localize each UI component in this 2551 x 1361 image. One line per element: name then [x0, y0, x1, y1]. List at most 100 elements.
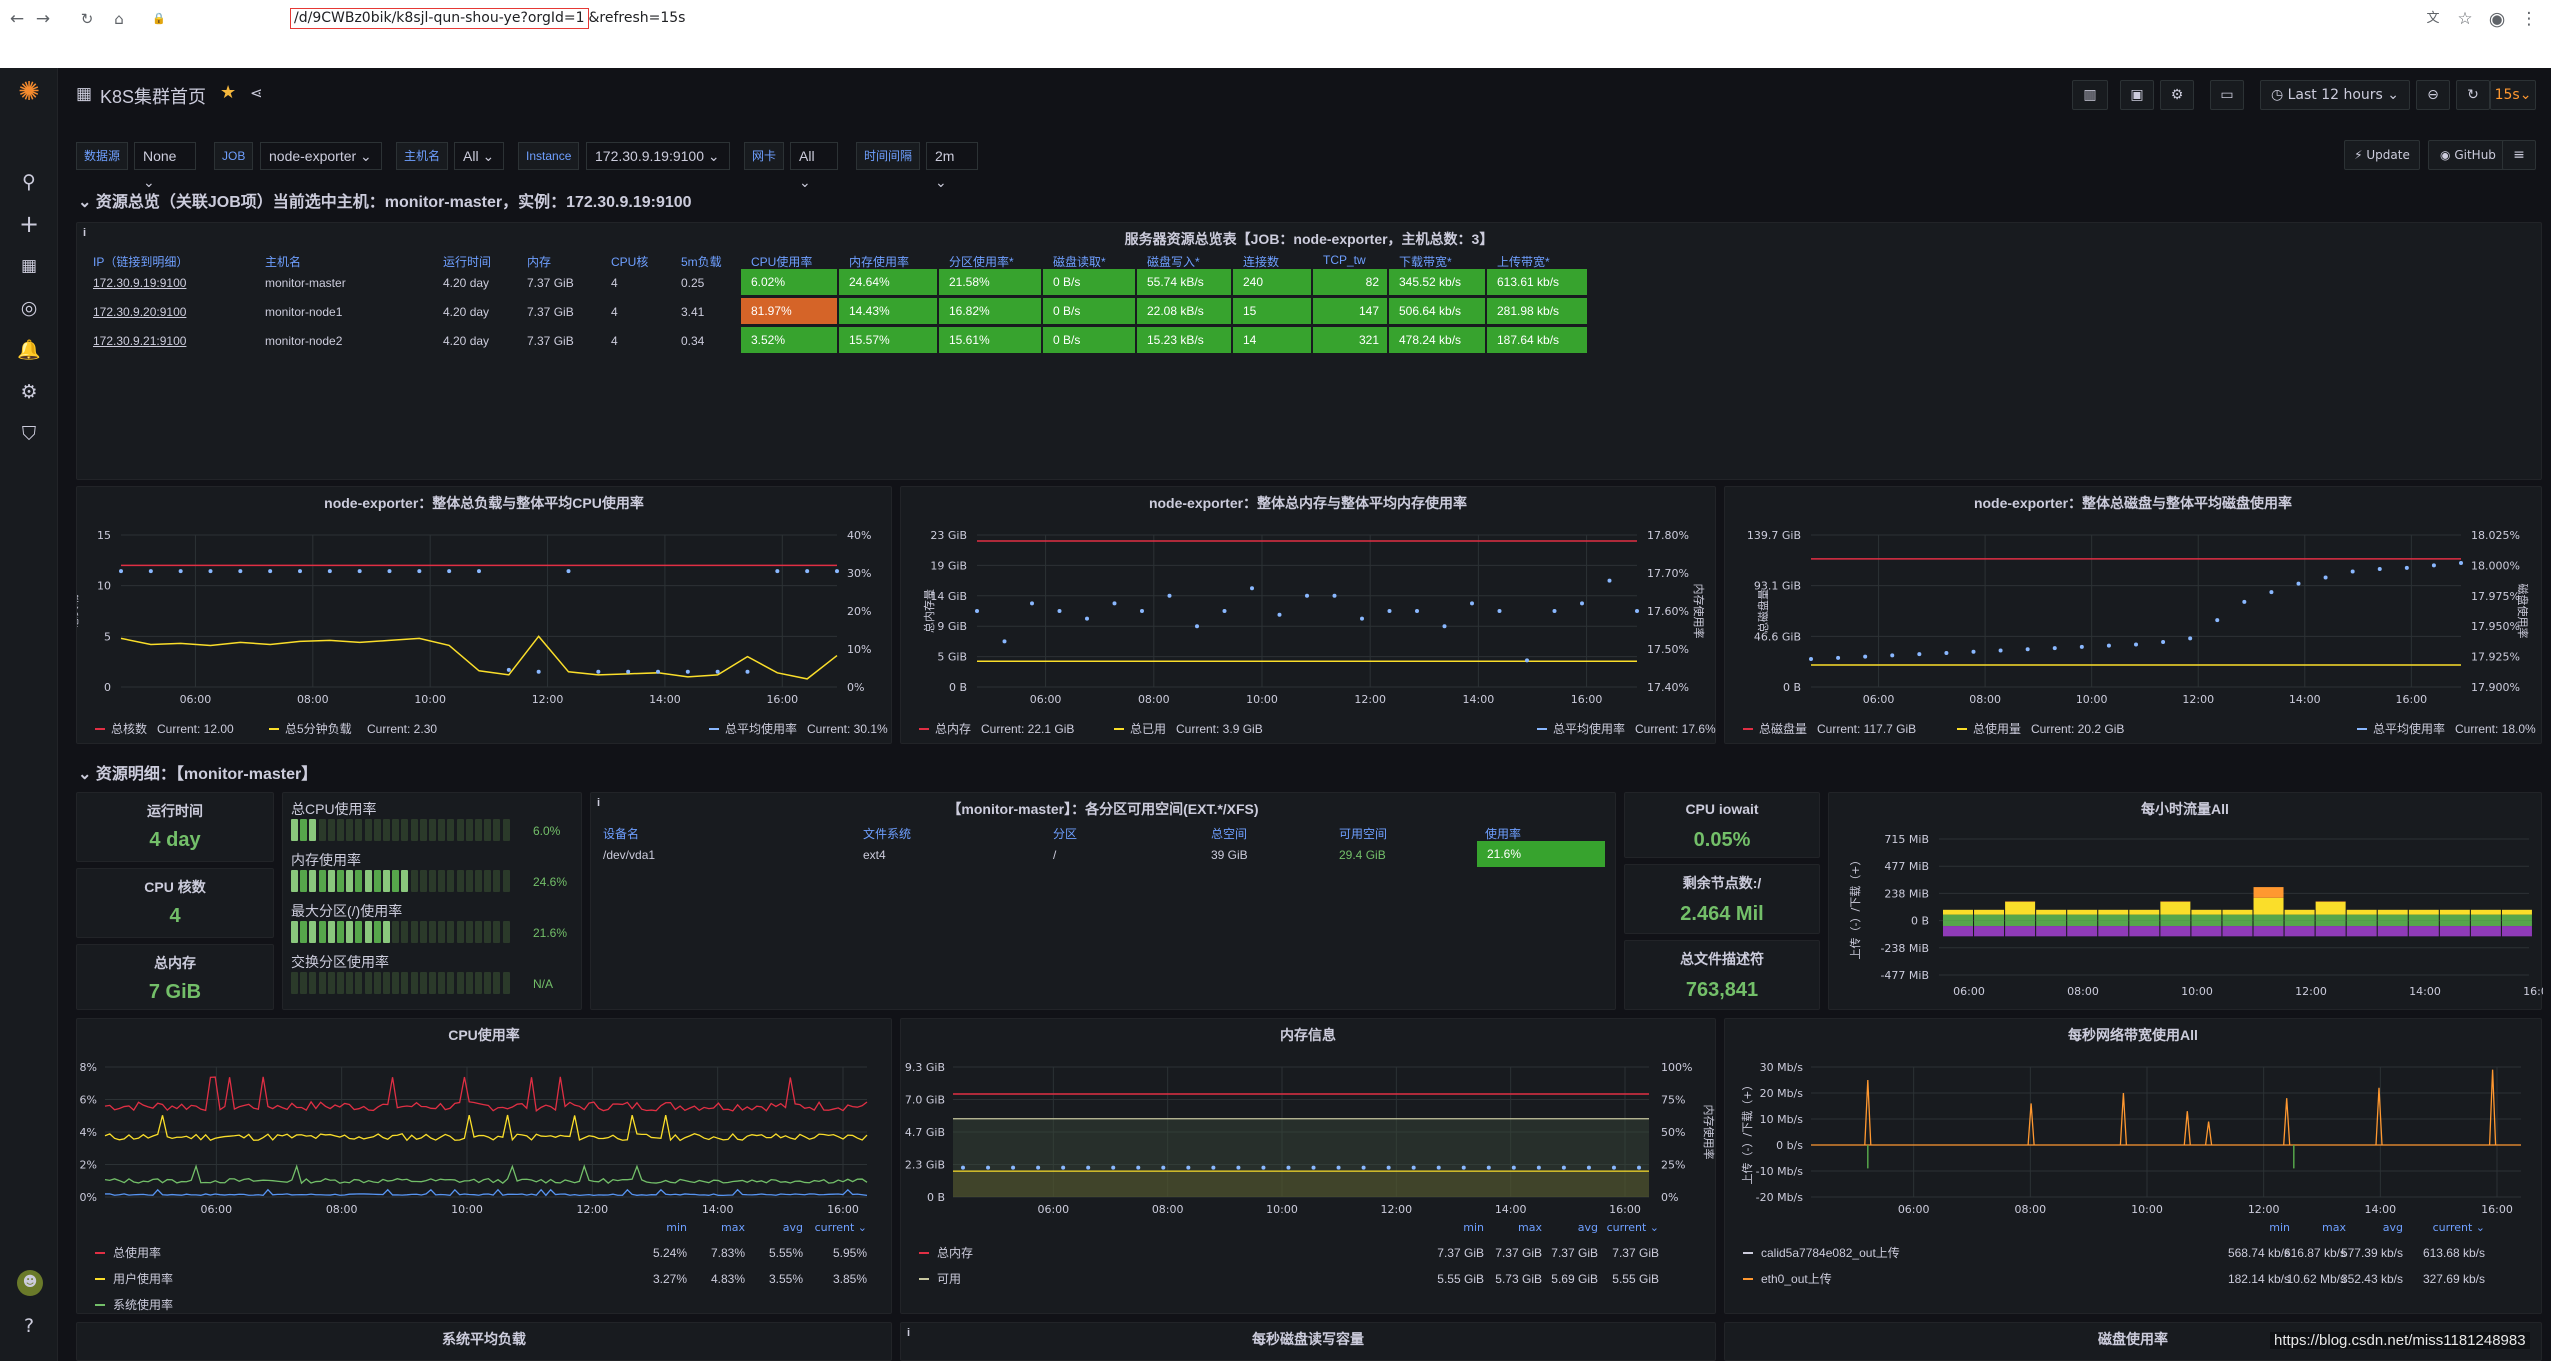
update-button[interactable]: ⚡ Update — [2344, 140, 2420, 170]
load-cpu-chart[interactable]: 15 10 5 0 40% 30% 20% 10% 0% 06:00 08:00 10:00 12:00… — [77, 487, 893, 745]
column-header[interactable]: 连接数 — [1243, 253, 1279, 270]
bargauge-value: 24.6% — [533, 875, 568, 889]
hamburger-icon[interactable]: ≡ — [2502, 140, 2536, 170]
host-link[interactable]: 172.30.9.19:9100 — [93, 276, 186, 290]
column-header[interactable]: 下载带宽* — [1399, 253, 1452, 270]
column-header[interactable]: IP（链接到明细） — [93, 253, 188, 270]
dashboards-icon[interactable]: ▦ — [17, 254, 41, 278]
table-cell: / — [1053, 848, 1057, 862]
star-favorite-icon[interactable]: ★ — [220, 82, 236, 103]
home-icon[interactable]: ⌂ — [108, 8, 130, 30]
add-panel-icon[interactable]: ▥ — [2072, 80, 2108, 110]
x-tick: 06:00 — [1953, 985, 1985, 998]
star-icon[interactable]: ☆ — [2454, 8, 2476, 30]
bar — [2284, 926, 2315, 937]
save-icon[interactable]: ▣ — [2120, 80, 2154, 110]
data-point — [417, 569, 422, 574]
data-point — [986, 1165, 991, 1170]
address-bar[interactable]: /d/9CWBz0bik/k8sjl-qun-shou-ye?orgId=1 &r… — [290, 7, 685, 29]
row-detail-label: 资源明细：【monitor-master】 — [95, 766, 318, 783]
column-header[interactable]: 内存 — [527, 253, 551, 270]
data-point — [656, 669, 660, 674]
explore-icon[interactable]: ◎ — [17, 296, 41, 320]
profile-icon[interactable]: ◉ — [2486, 8, 2508, 30]
column-header[interactable]: 分区 — [1053, 825, 1077, 842]
github-button[interactable]: ◉ GitHub — [2428, 140, 2508, 170]
configuration-icon[interactable]: ⚙ — [17, 380, 41, 404]
column-header[interactable]: 总空间 — [1211, 825, 1247, 842]
legend-current: Current: 117.7 GiB — [1817, 722, 1916, 736]
shield-icon[interactable]: ⛉ — [17, 422, 41, 446]
data-point — [1511, 1165, 1516, 1170]
bargauge-cell — [355, 972, 363, 994]
time-picker[interactable]: ◷ Last 12 hours ⌄ — [2260, 80, 2410, 110]
column-header[interactable]: 可用空间 — [1339, 825, 1387, 842]
var-select-nic[interactable]: All ⌄ — [790, 142, 838, 190]
column-header[interactable]: 分区使用率* — [949, 253, 1014, 270]
column-header[interactable]: 磁盘读取* — [1053, 253, 1106, 270]
settings-icon[interactable]: ⚙ — [2160, 80, 2194, 110]
stat-title: CPU 核数 — [144, 879, 206, 895]
legend-current: Current: 22.1 GiB — [981, 722, 1074, 736]
column-header[interactable]: 主机名 — [265, 253, 301, 270]
var-select-datasource[interactable]: None ⌄ — [134, 142, 196, 190]
host-link[interactable]: 172.30.9.21:9100 — [93, 334, 186, 348]
row-overview-title[interactable]: ⌄ 资源总览（关联JOB项）当前选中主机：monitor-master，实例：1… — [78, 188, 692, 212]
create-icon[interactable]: + — [17, 212, 41, 236]
bar — [2439, 914, 2470, 921]
bar — [2346, 926, 2377, 937]
dashboard-title[interactable]: K8S集群首页 — [100, 83, 206, 109]
table-cell: 4.20 day — [443, 305, 490, 319]
legend-name: eth0_out上传 — [1761, 1271, 1832, 1286]
alerting-icon[interactable]: 🔔 — [17, 338, 41, 362]
memory-info-chart[interactable]: 9.3 GiB 7.0 GiB 4.7 GiB 2.3 GiB 0 B 100% 75% 50… — [901, 1019, 1717, 1315]
help-icon[interactable]: ? — [17, 1314, 41, 1338]
menu-icon[interactable]: ⋮ — [2518, 8, 2540, 30]
var-select-hostname[interactable]: All ⌄ — [454, 142, 504, 170]
data-point — [148, 569, 153, 574]
grafana-logo-icon[interactable]: ✺ — [17, 79, 41, 105]
var-select-instance[interactable]: 172.30.9.19:9100 ⌄ — [586, 142, 730, 170]
y-tick: 0 B — [1783, 681, 1801, 694]
column-header[interactable]: 运行时间 — [443, 253, 491, 270]
bar — [2439, 920, 2470, 927]
disk-overview-chart[interactable]: 139.7 GiB93.1 GiB46.6 GiB0 B18.025%18.00… — [1725, 487, 2543, 745]
column-header[interactable]: 设备名 — [603, 825, 639, 842]
dashboards-grid-icon[interactable]: ▦ — [76, 84, 92, 104]
column-header[interactable]: 使用率 — [1485, 825, 1521, 842]
tv-mode-icon[interactable]: ▭ — [2210, 80, 2244, 110]
y-axis-label: 总磁盘量 — [1756, 589, 1770, 633]
row-detail-title[interactable]: ⌄ 资源明细：【monitor-master】 — [78, 760, 317, 784]
legend-name: 总已用 — [1130, 722, 1166, 736]
column-header[interactable]: 文件系统 — [863, 825, 911, 842]
back-icon[interactable]: ← — [6, 8, 28, 30]
var-select-job[interactable]: node-exporter ⌄ — [260, 142, 382, 170]
bargauge-cell — [309, 819, 317, 841]
column-header[interactable]: 上传带宽* — [1497, 253, 1550, 270]
column-header[interactable]: 磁盘写入* — [1147, 253, 1200, 270]
column-header[interactable]: CPU使用率 — [751, 253, 812, 270]
column-header[interactable]: CPU核 — [611, 253, 648, 270]
translate-icon[interactable]: 文 — [2422, 8, 2444, 30]
hourly-traffic-chart[interactable]: 715 MiB 477 MiB 238 MiB 0 B -238 MiB -477 MiB… — [1829, 793, 2543, 1011]
zoom-out-icon[interactable]: ⊖ — [2416, 80, 2450, 110]
column-header[interactable]: TCP_tw — [1323, 253, 1366, 267]
column-header[interactable]: 内存使用率 — [849, 253, 909, 270]
avatar[interactable]: ☻ — [17, 1270, 43, 1296]
search-icon[interactable]: ⚲ — [17, 170, 41, 194]
share-icon[interactable]: ⋖ — [250, 84, 263, 102]
data-point — [1436, 1165, 1441, 1170]
y-tick: 238 MiB — [1884, 887, 1929, 900]
reload-icon[interactable]: ↻ — [76, 8, 98, 30]
network-bandwidth-chart[interactable]: 30 Mb/s 20 Mb/s 10 Mb/s 0 b/s -10 Mb/s -20 Mb… — [1725, 1019, 2543, 1315]
refresh-icon[interactable]: ↻ — [2456, 80, 2490, 110]
column-header[interactable]: 5m负载 — [681, 253, 722, 270]
cpu-usage-chart[interactable]: 8% 6% 4% 2% 0% 06:00 08:00 10:00 12:00 14:00 16:00… — [77, 1019, 893, 1315]
forward-icon[interactable]: → — [32, 8, 54, 30]
data-point — [1863, 654, 1868, 659]
host-link[interactable]: 172.30.9.20:9100 — [93, 305, 186, 319]
var-select-interval[interactable]: 2m ⌄ — [926, 142, 978, 190]
memory-overview-chart[interactable]: 23 GiB19 GiB14 GiB9 GiB5 GiB0 B17.80%17.… — [901, 487, 1717, 745]
refresh-interval[interactable]: 15s⌄ — [2490, 80, 2536, 110]
data-point — [1111, 1165, 1116, 1170]
